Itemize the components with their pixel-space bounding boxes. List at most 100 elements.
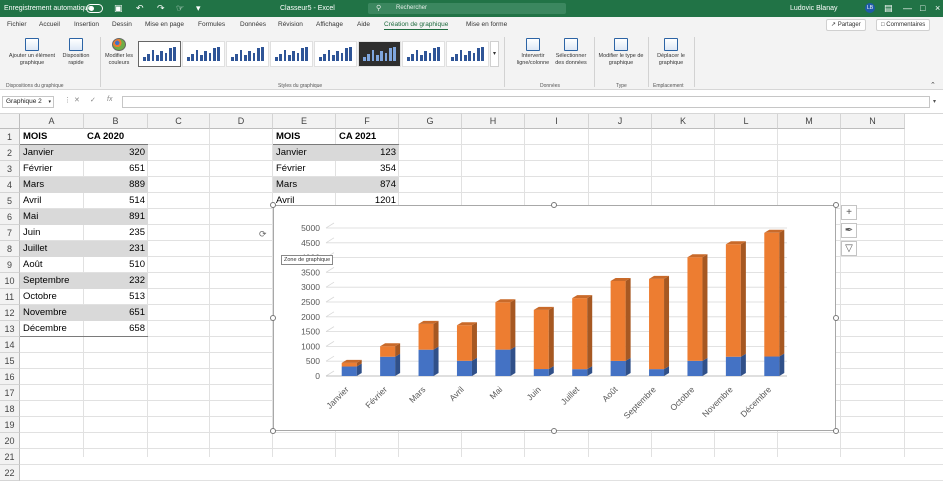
redo-icon[interactable]: ↷	[157, 3, 165, 13]
gallery-more-button[interactable]: ▾	[490, 41, 499, 67]
column-header[interactable]: K	[652, 114, 715, 129]
resize-handle-bottom-left[interactable]	[270, 428, 276, 434]
table-cell-month[interactable]: Juin	[20, 225, 84, 241]
row-header[interactable]: 1	[0, 129, 20, 145]
table-cell-value[interactable]: 232	[84, 273, 148, 289]
row-header[interactable]: 10	[0, 273, 20, 289]
row-header[interactable]: 6	[0, 209, 20, 225]
table-cell-value[interactable]: 651	[84, 161, 148, 177]
quick-access-dropdown-icon[interactable]: ▾	[196, 3, 201, 13]
table-cell-value[interactable]: 889	[84, 177, 148, 193]
row-header[interactable]: 3	[0, 161, 20, 177]
tab-donnees[interactable]: Données	[240, 21, 266, 28]
column-header[interactable]: M	[778, 114, 841, 129]
column-header[interactable]: A	[20, 114, 84, 129]
table-cell-month[interactable]: Juillet	[20, 241, 84, 257]
row-header[interactable]: 18	[0, 401, 20, 417]
change-chart-type-button[interactable]: Modifier le type de graphique	[598, 38, 644, 66]
switch-row-column-button[interactable]: Intervertir ligne/colonne	[514, 38, 552, 66]
share-button[interactable]: ↗ Partager	[826, 19, 866, 31]
chart-style-5[interactable]	[314, 41, 357, 67]
table-cell-month[interactable]: Mai	[20, 209, 84, 225]
row-header[interactable]: 12	[0, 305, 20, 321]
resize-handle-left[interactable]	[270, 315, 276, 321]
column-header[interactable]: I	[525, 114, 589, 129]
row-header[interactable]: 13	[0, 321, 20, 337]
table-cell-month[interactable]: Février	[20, 161, 84, 177]
column-header[interactable]: J	[589, 114, 652, 129]
table-header-cell[interactable]: MOIS	[20, 129, 84, 145]
table-header-cell[interactable]: CA 2020	[84, 129, 148, 145]
ribbon-display-icon[interactable]: ▤	[884, 3, 893, 13]
row-header[interactable]: 19	[0, 417, 20, 433]
chart-style-4[interactable]	[270, 41, 313, 67]
table-cell-month[interactable]: Septembre	[20, 273, 84, 289]
table-cell-value[interactable]: 320	[84, 145, 148, 161]
column-header[interactable]: L	[715, 114, 778, 129]
table-cell-value[interactable]: 513	[84, 289, 148, 305]
chart-style-3[interactable]	[226, 41, 269, 67]
change-colors-button[interactable]: Modifier les couleurs	[103, 38, 135, 66]
move-chart-button[interactable]: Déplacer le graphique	[652, 38, 690, 66]
table-cell-value[interactable]: 510	[84, 257, 148, 273]
touch-mode-icon[interactable]: ☞	[176, 3, 184, 13]
add-chart-element-button[interactable]: Ajouter un élément graphique	[6, 38, 58, 66]
tab-affichage[interactable]: Affichage	[316, 21, 343, 28]
tab-mise-en-page[interactable]: Mise en page	[145, 21, 184, 28]
undo-icon[interactable]: ↶	[136, 3, 144, 13]
table-cell-value[interactable]: 235	[84, 225, 148, 241]
table-cell-value[interactable]: 874	[336, 177, 399, 193]
table-cell-month[interactable]: Mars	[20, 177, 84, 193]
tab-insertion[interactable]: Insertion	[74, 21, 99, 28]
row-header[interactable]: 7	[0, 225, 20, 241]
avatar[interactable]: LB	[865, 3, 875, 13]
column-header[interactable]: C	[148, 114, 210, 129]
formula-input[interactable]	[122, 96, 930, 108]
table-cell-value[interactable]: 651	[84, 305, 148, 321]
resize-handle-top-right[interactable]	[833, 202, 839, 208]
insert-function-button[interactable]: fx	[107, 96, 112, 103]
tab-accueil[interactable]: Accueil	[39, 21, 60, 28]
table-cell-month[interactable]: Avril	[20, 193, 84, 209]
name-box[interactable]: Graphique 2 ▾	[2, 96, 54, 108]
table-cell-month[interactable]: Août	[20, 257, 84, 273]
table-cell-value[interactable]: 354	[336, 161, 399, 177]
row-header[interactable]: 2	[0, 145, 20, 161]
chart-style-6[interactable]	[358, 41, 401, 67]
table-cell-value[interactable]: 658	[84, 321, 148, 337]
table-header-cell[interactable]: CA 2021	[336, 129, 399, 145]
table-header-cell[interactable]: MOIS	[273, 129, 336, 145]
expand-formula-icon[interactable]: ▾	[933, 98, 936, 105]
column-header[interactable]: F	[336, 114, 399, 129]
minimize-icon[interactable]: —	[903, 3, 912, 13]
table-cell-value[interactable]: 514	[84, 193, 148, 209]
column-header[interactable]: N	[841, 114, 905, 129]
table-cell-month[interactable]: Janvier	[20, 145, 84, 161]
table-cell-month[interactable]: Décembre	[20, 321, 84, 337]
chart-styles-button[interactable]: ✒	[841, 223, 857, 238]
column-header[interactable]: G	[399, 114, 462, 129]
row-header[interactable]: 4	[0, 177, 20, 193]
column-header[interactable]: D	[210, 114, 273, 129]
table-cell-month[interactable]: Octobre	[20, 289, 84, 305]
close-icon[interactable]: ×	[935, 3, 940, 13]
table-cell-value[interactable]: 891	[84, 209, 148, 225]
resize-handle-top-left[interactable]	[270, 202, 276, 208]
user-name[interactable]: Ludovic Blanay	[790, 5, 837, 12]
column-header[interactable]: H	[462, 114, 525, 129]
table-cell-month[interactable]: Janvier	[273, 145, 336, 161]
row-header[interactable]: 22	[0, 465, 20, 481]
tab-fichier[interactable]: Fichier	[7, 21, 27, 28]
chart-elements-button[interactable]: +	[841, 205, 857, 220]
tab-mise-en-forme[interactable]: Mise en forme	[466, 21, 507, 28]
chart-style-1[interactable]	[138, 41, 181, 67]
maximize-icon[interactable]: □	[920, 3, 925, 13]
save-icon[interactable]: ▣	[114, 3, 123, 13]
row-header[interactable]: 8	[0, 241, 20, 257]
row-header[interactable]: 17	[0, 385, 20, 401]
chart-area[interactable]: 0500100015002000250030003500400045005000…	[273, 205, 836, 431]
resize-handle-bottom[interactable]	[551, 428, 557, 434]
row-header[interactable]: 16	[0, 369, 20, 385]
quick-layout-button[interactable]: Disposition rapide	[62, 38, 90, 66]
select-data-button[interactable]: Sélectionner des données	[552, 38, 590, 66]
